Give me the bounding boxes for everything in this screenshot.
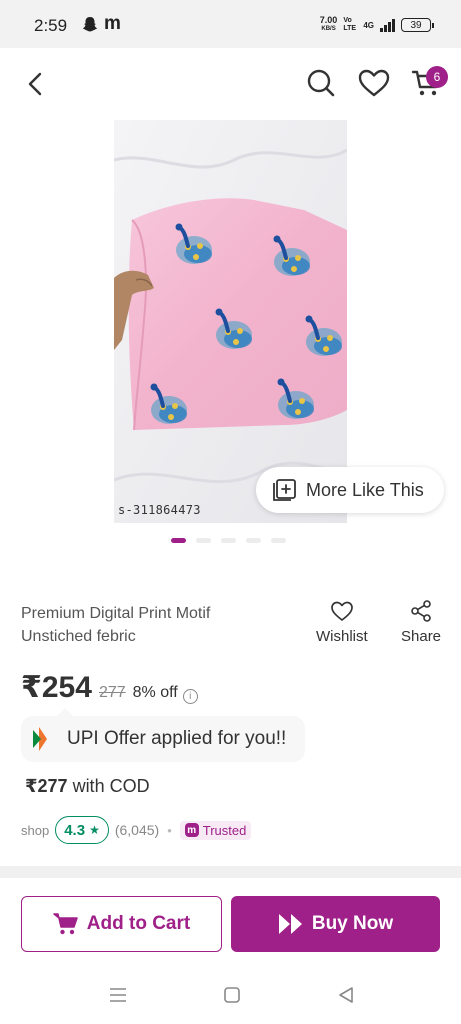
status-bar: 2:59 m 7.00 KB/S Vo LTE 4G 39: [0, 0, 461, 48]
star-icon: ★: [89, 823, 100, 837]
fast-forward-icon: [278, 914, 302, 934]
share-label: Share: [401, 628, 442, 645]
battery-level: 39: [410, 19, 422, 31]
add-to-cart-label: Add to Cart: [86, 913, 191, 934]
cart-count-badge: 6: [426, 66, 448, 88]
upi-logo-icon: [33, 727, 47, 751]
separator-dot: •: [167, 822, 172, 838]
shop-label: shop: [21, 822, 50, 838]
rating-value: 4.3: [64, 821, 86, 839]
net-speed: 7.00 KB/S: [320, 16, 338, 34]
image-pager-dots: [171, 538, 286, 543]
wishlist-button[interactable]: Wishlist: [316, 600, 368, 645]
status-indicators: 7.00 KB/S Vo LTE 4G 39: [320, 16, 434, 34]
pager-dot[interactable]: [246, 538, 261, 543]
cod-label: with COD: [67, 776, 150, 796]
battery-icon: 39: [401, 18, 434, 32]
status-time: 2:59: [34, 16, 68, 35]
product-image[interactable]: [114, 120, 347, 523]
meesho-logo-icon: m: [184, 823, 199, 837]
back-nav-icon[interactable]: [336, 986, 356, 1004]
volte-indicator: Vo LTE: [343, 17, 357, 32]
buy-now-button[interactable]: Buy Now: [231, 896, 440, 952]
net-speed-value: 7.00: [319, 15, 338, 25]
rating-badge[interactable]: 4.3 ★: [55, 816, 109, 844]
discount-percent: 8% off: [132, 684, 178, 701]
trusted-label: Trusted: [202, 822, 247, 838]
more-like-this-button[interactable]: More Like This: [256, 467, 444, 513]
pager-dot[interactable]: [171, 538, 186, 543]
pager-dot[interactable]: [221, 538, 236, 543]
menu-icon[interactable]: [108, 986, 128, 1004]
system-nav-bar: [0, 964, 461, 1024]
cod-price: ₹277 with COD: [25, 776, 150, 797]
more-like-this-label: More Like This: [306, 479, 424, 500]
product-photo: [114, 120, 347, 523]
wishlist-heart-icon: [330, 601, 353, 621]
pager-dot[interactable]: [271, 538, 286, 543]
back-icon[interactable]: [20, 68, 52, 100]
info-icon[interactable]: i: [182, 689, 198, 704]
signal-icon: [380, 18, 395, 32]
search-icon[interactable]: [304, 66, 338, 100]
buy-now-label: Buy Now: [311, 913, 394, 934]
wishlist-label: Wishlist: [316, 628, 368, 645]
network-type: 4G: [363, 20, 374, 30]
cod-amount: ₹277: [25, 776, 68, 796]
price-row: ₹254 277 8% off i: [21, 670, 198, 705]
upi-offer-text: UPI Offer applied for you!!: [67, 728, 287, 749]
pager-dot[interactable]: [196, 538, 211, 543]
selling-price: ₹254: [21, 671, 92, 704]
meesho-notification-icon: m: [104, 13, 121, 34]
upi-offer-banner: UPI Offer applied for you!!: [21, 708, 305, 762]
original-price: 277: [98, 684, 126, 701]
product-info: Premium Digital Print Motif Unstiched fe…: [0, 566, 461, 866]
rating-count: (6,045): [114, 822, 160, 838]
share-icon: [411, 600, 431, 622]
cart-icon: [53, 913, 78, 935]
home-icon[interactable]: [222, 986, 242, 1004]
heart-icon[interactable]: [357, 66, 391, 100]
share-button[interactable]: Share: [401, 600, 441, 645]
similar-products-icon: [273, 479, 296, 501]
net-speed-unit: KB/S: [321, 26, 336, 32]
product-image-code: s-311864473: [118, 503, 201, 517]
section-divider: [0, 866, 461, 878]
snapchat-icon: [82, 17, 98, 32]
product-title: Premium Digital Print Motif Unstiched fe…: [21, 605, 211, 645]
add-to-cart-button[interactable]: Add to Cart: [21, 896, 222, 952]
app-header: [0, 48, 461, 120]
rating-row: shop 4.3 ★ (6,045) • m Trusted: [21, 816, 252, 844]
trusted-badge: m Trusted: [179, 820, 252, 840]
